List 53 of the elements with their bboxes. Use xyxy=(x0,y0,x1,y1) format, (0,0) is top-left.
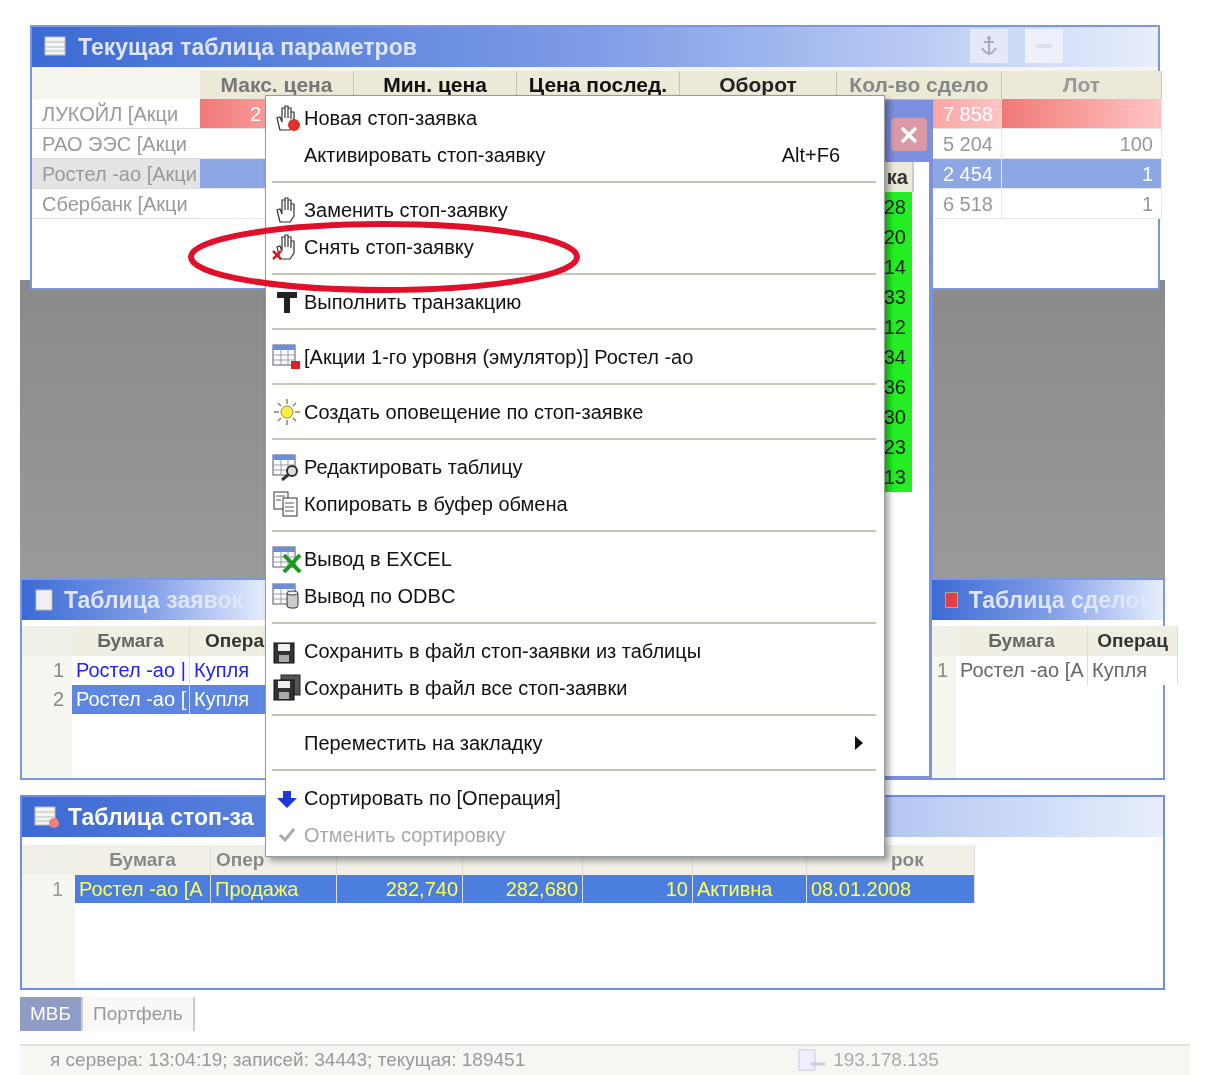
window-title: Таблица стоп-за xyxy=(68,802,254,832)
table-cell: 100 xyxy=(1002,129,1162,159)
table-cell: 08.01.2008 xyxy=(807,875,975,903)
network-icon xyxy=(797,1047,828,1074)
column-header: Бумага xyxy=(956,626,1088,656)
table-cell: 282,740 xyxy=(337,875,463,903)
row-number: 1 xyxy=(932,656,956,685)
sun-icon xyxy=(272,397,302,426)
row-number: 2 xyxy=(22,685,72,714)
minimize-button[interactable] xyxy=(1025,29,1063,63)
table-cell: Продажа xyxy=(211,875,337,903)
column-header: Макс. цена xyxy=(200,71,354,99)
close-button[interactable] xyxy=(891,118,927,151)
table-icon xyxy=(34,805,60,829)
header-corner xyxy=(22,845,75,875)
database-icon xyxy=(272,581,302,610)
table-cell: 282,680 xyxy=(463,875,583,903)
column-header: Лот xyxy=(1002,71,1162,99)
table-cell: 10 xyxy=(583,875,693,903)
row-number: 1 xyxy=(22,656,72,685)
table-cell: Ростел -ао [Акци xyxy=(32,159,200,189)
table-cell: Сбербанк [Акци xyxy=(32,189,200,219)
spreadsheet-icon xyxy=(272,544,302,573)
table-cell: 1 xyxy=(1002,189,1162,219)
table-icon xyxy=(34,588,56,612)
menu-item[interactable]: Сортировать по [Операция] xyxy=(270,779,880,816)
table-cell: Активна xyxy=(693,875,807,903)
menu-item[interactable]: Вывод в EXCEL xyxy=(270,540,880,577)
submenu-arrow-icon xyxy=(854,734,864,751)
table-cell: 1 xyxy=(1002,159,1162,189)
table-cell: ЛУКОЙЛ [Акци xyxy=(32,99,200,129)
shortcut-label: Alt+F6 xyxy=(781,142,840,168)
status-text: я сервера: 13:04:19; записей: 34443; текущая: 189451 xyxy=(49,1048,526,1073)
table-cell: Ростел -ао [А xyxy=(75,875,211,903)
column-header: Бумага xyxy=(75,845,211,875)
close-icon xyxy=(899,124,919,145)
anchor-icon xyxy=(979,35,999,57)
menu-item[interactable]: Переместить на закладку xyxy=(270,724,880,761)
floppy-icon xyxy=(272,673,302,702)
header-corner xyxy=(932,626,956,656)
column-header: Бумага xyxy=(72,626,190,656)
window-title: Текущая таблица параметров xyxy=(78,32,417,62)
column-header: Кол-во сдело xyxy=(837,71,1002,99)
table-icon xyxy=(272,342,302,371)
anchor-button[interactable] xyxy=(970,29,1008,63)
row-number: 1 xyxy=(22,875,75,903)
server-address: 193.178.135 xyxy=(833,1048,939,1073)
menu-item[interactable]: Вывод по ODBC xyxy=(270,577,880,614)
table-cell: РАО ЭЭС [Акци xyxy=(32,129,200,159)
table-cell: Ростел -ао [ xyxy=(72,685,190,714)
header-corner xyxy=(22,626,72,656)
column-header: Операц xyxy=(1088,626,1178,656)
row-header-strip xyxy=(22,714,72,778)
